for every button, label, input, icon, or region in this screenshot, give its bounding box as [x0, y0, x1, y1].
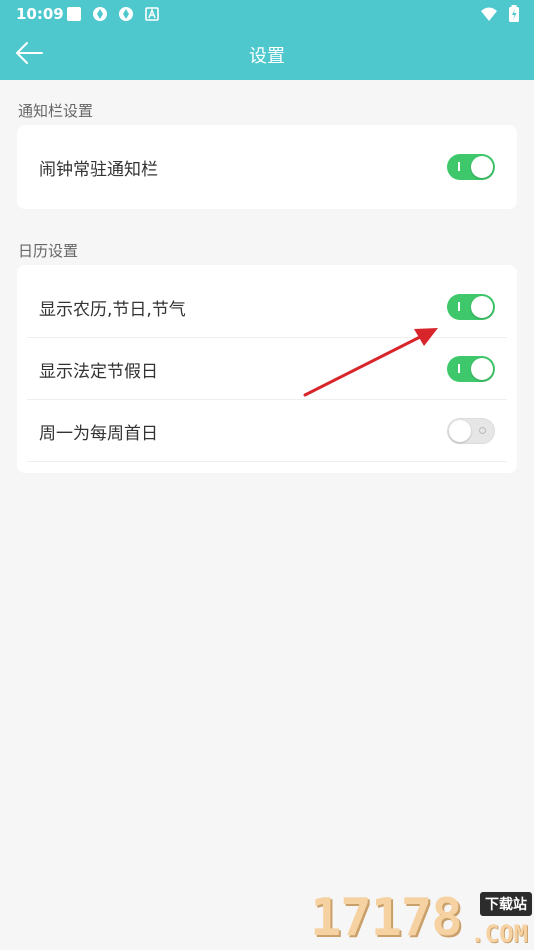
- lunar-festival-toggle[interactable]: [447, 294, 495, 320]
- top-bar: 10:09 设置: [0, 0, 534, 80]
- toggle-off-mark: [479, 427, 486, 434]
- setting-label: 闹钟常驻通知栏: [39, 160, 158, 180]
- toggle-on-mark: [458, 302, 460, 311]
- section-label-calendar: 日历设置: [18, 242, 79, 260]
- legal-holidays-toggle[interactable]: [447, 356, 495, 382]
- wifi-icon: [481, 7, 497, 21]
- page-title: 设置: [249, 46, 285, 67]
- monday-first-toggle[interactable]: [447, 418, 495, 444]
- notification-square-icon: [67, 7, 81, 21]
- section-label-notification: 通知栏设置: [18, 102, 94, 120]
- setting-row-monday-first[interactable]: 周一为每周首日: [17, 400, 517, 462]
- notification-a-icon: [145, 7, 159, 21]
- status-bar: 10:09: [0, 0, 534, 28]
- battery-icon: [509, 5, 519, 22]
- watermark-badge: 下载站: [480, 892, 532, 916]
- toggle-knob: [471, 296, 493, 318]
- setting-label: 显示法定节假日: [39, 362, 158, 382]
- toggle-knob: [471, 358, 493, 380]
- watermark-domain: .COM: [470, 920, 528, 948]
- site-watermark: 17178 下载站 .COM: [310, 888, 534, 950]
- watermark-number: 17178: [310, 888, 463, 948]
- notification-settings-card: 闹钟常驻通知栏: [17, 125, 517, 209]
- alarm-notification-toggle[interactable]: [447, 154, 495, 180]
- nav-bar: 设置: [0, 28, 534, 80]
- toggle-on-mark: [458, 364, 460, 373]
- setting-row-alarm-notification[interactable]: 闹钟常驻通知栏: [17, 136, 517, 198]
- notification-app-icon-2: [119, 7, 133, 21]
- row-divider: [27, 461, 507, 462]
- status-time: 10:09: [16, 5, 64, 23]
- setting-label: 显示农历,节日,节气: [39, 300, 186, 320]
- toggle-knob: [449, 420, 471, 442]
- toggle-knob: [471, 156, 493, 178]
- notification-app-icon: [93, 7, 107, 21]
- setting-label: 周一为每周首日: [39, 424, 158, 444]
- red-annotation-arrow: [303, 328, 438, 397]
- toggle-on-mark: [458, 162, 460, 171]
